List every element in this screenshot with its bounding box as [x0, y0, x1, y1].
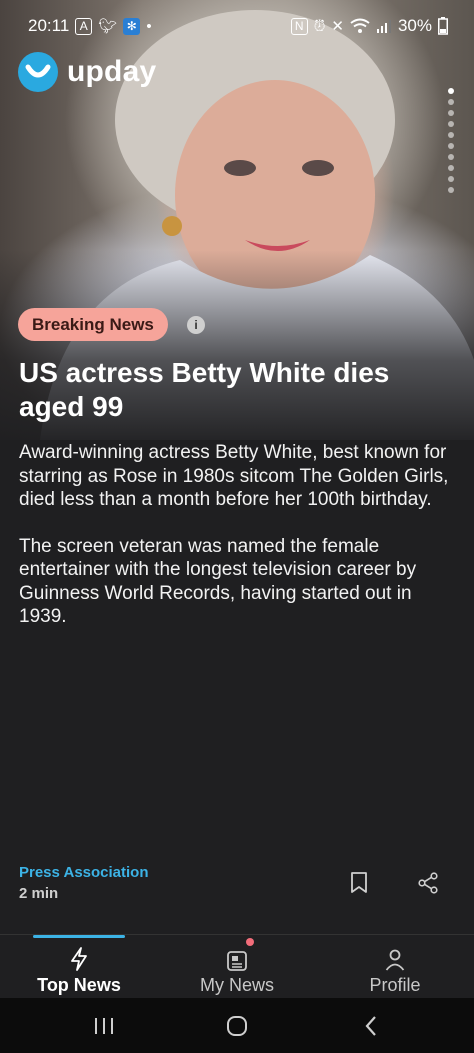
more-notifications-icon: • [146, 17, 152, 35]
signal-icon [376, 20, 391, 33]
bottom-tab-bar: Top News My News Profile [0, 934, 474, 999]
share-button[interactable] [413, 868, 443, 898]
home-icon [227, 1016, 247, 1036]
tab-my-news[interactable]: My News [158, 935, 316, 999]
snowflake-icon: ✻ [123, 17, 141, 35]
tab-label: My News [199, 975, 274, 995]
recent-apps-icon [95, 1018, 113, 1034]
upday-logo-icon [18, 52, 58, 92]
pager-dot[interactable] [448, 99, 454, 105]
status-bar-left: 20:11 A 🐦︎ ✻ • [28, 16, 152, 36]
notification-dot [246, 938, 254, 946]
story-pager[interactable] [448, 88, 454, 193]
twitter-icon: 🐦︎ [98, 18, 118, 35]
pager-dot-active[interactable] [448, 88, 454, 94]
app-logo: upday [18, 52, 156, 92]
story-source[interactable]: Press Association [19, 864, 149, 881]
bookmark-icon [351, 872, 367, 893]
pager-dot[interactable] [448, 187, 454, 193]
pager-dot[interactable] [448, 110, 454, 116]
alarm-icon: ⏰︎ [313, 17, 326, 35]
story-paragraph: Award-winning actress Betty White, best … [19, 442, 449, 510]
pager-dot[interactable] [448, 143, 454, 149]
system-navigation-bar [0, 998, 474, 1053]
status-bar: 20:11 A 🐦︎ ✻ • N ⏰︎ ✕ 30% [0, 0, 474, 52]
status-time: 20:11 [28, 16, 70, 35]
back-button[interactable] [356, 1012, 386, 1040]
home-button[interactable] [222, 1012, 252, 1040]
status-bar-right: N ⏰︎ ✕ 30% [290, 16, 448, 36]
info-icon[interactable]: i [187, 316, 205, 334]
tab-top-news[interactable]: Top News [0, 935, 158, 999]
pager-dot[interactable] [448, 121, 454, 127]
bookmark-button[interactable] [344, 868, 374, 898]
pager-dot[interactable] [448, 132, 454, 138]
share-icon [418, 872, 438, 894]
tab-label: Top News [37, 975, 121, 995]
mute-icon: ✕ [331, 18, 344, 35]
person-icon [385, 949, 405, 971]
story-body: Award-winning actress Betty White, best … [19, 441, 455, 652]
pager-dot[interactable] [448, 165, 454, 171]
tab-profile[interactable]: Profile [316, 935, 474, 999]
read-time: 2 min [19, 885, 59, 902]
app-name: upday [67, 55, 157, 88]
battery-percent: 30% [397, 16, 432, 35]
tab-label: Profile [369, 975, 421, 995]
nfc-icon: N [290, 17, 308, 35]
lightning-icon [71, 947, 87, 971]
news-icon [227, 951, 247, 971]
app-icon: A [75, 17, 93, 35]
battery-icon [438, 17, 448, 35]
back-icon [365, 1016, 376, 1036]
story-paragraph: The screen veteran was named the female … [19, 535, 417, 628]
breaking-news-badge: Breaking News [18, 308, 168, 341]
wifi-icon [350, 18, 370, 33]
recent-apps-button[interactable] [89, 1012, 119, 1040]
pager-dot[interactable] [448, 176, 454, 182]
pager-dot[interactable] [448, 154, 454, 160]
story-headline[interactable]: US actress Betty White dies aged 99 [19, 356, 449, 424]
